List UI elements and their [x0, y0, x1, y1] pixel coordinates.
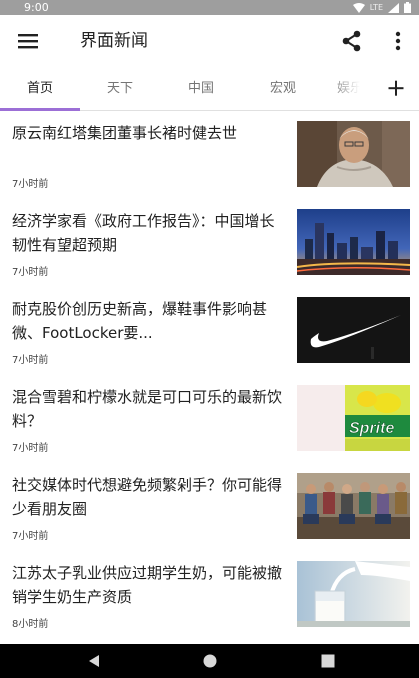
news-item[interactable]: 混合雪碧和柠檬水就是可口可乐的最新饮料？ 7小时前 Sprite	[0, 375, 419, 463]
news-thumbnail	[297, 473, 410, 539]
news-time: 7小时前	[12, 443, 49, 454]
add-icon	[388, 80, 404, 96]
news-thumbnail	[297, 561, 410, 627]
tab-china[interactable]: 中国	[161, 67, 241, 110]
share-button[interactable]	[338, 27, 366, 55]
news-title: 江苏太子乳业供应过期学生奶，可能被撤销学生奶生产资质	[12, 564, 283, 606]
news-item[interactable]: 原云南红塔集团董事长褚时健去世 7小时前	[0, 111, 419, 199]
news-time: 7小时前	[12, 355, 49, 366]
category-tabs: 首页 天下 中国 宏观 娱乐	[0, 67, 419, 111]
status-icons: LTE	[352, 0, 411, 15]
news-time: 7小时前	[12, 179, 49, 190]
tab-fade	[330, 67, 370, 110]
nike-swoosh-logo-image	[297, 297, 410, 363]
news-title: 社交媒体时代想避免频繁剁手？你可能得少看朋友圈	[12, 476, 283, 518]
system-nav-bar	[0, 644, 419, 678]
more-vert-icon	[395, 31, 401, 51]
news-thumbnail: Sprite	[297, 385, 410, 451]
back-icon	[89, 655, 99, 667]
sprite-can-image: Sprite	[297, 385, 410, 451]
recents-icon	[321, 654, 335, 668]
news-item[interactable]: 社交媒体时代想避免频繁剁手？你可能得少看朋友圈 7小时前	[0, 463, 419, 551]
news-item[interactable]: 江苏太子乳业供应过期学生奶，可能被撤销学生奶生产资质 8小时前	[0, 551, 419, 639]
tab-world[interactable]: 天下	[80, 67, 160, 110]
app-bar: 界面新闻	[0, 15, 419, 67]
news-time: 7小时前	[12, 267, 49, 278]
status-time: 9:00	[24, 1, 49, 14]
menu-icon	[18, 34, 38, 49]
network-type: LTE	[369, 3, 383, 12]
news-time: 7小时前	[12, 531, 49, 542]
news-thumbnail	[297, 297, 410, 363]
elderly-man-portrait-image	[297, 121, 410, 187]
add-tab-button[interactable]	[372, 67, 419, 110]
home-button[interactable]	[200, 651, 220, 671]
news-item[interactable]: 经济学家看《政府工作报告》：中国增长韧性有望超预期 7小时前	[0, 199, 419, 287]
app-title: 界面新闻	[80, 31, 148, 51]
wifi-icon	[352, 2, 365, 13]
sprite-logo-text: Sprite	[349, 420, 394, 437]
menu-button[interactable]	[14, 27, 42, 55]
back-button[interactable]	[84, 651, 104, 671]
status-bar: 9:00 LTE	[0, 0, 419, 15]
recents-button[interactable]	[318, 651, 338, 671]
news-title: 耐克股价创历史新高，爆鞋事件影响甚微、FootLocker要...	[12, 300, 268, 342]
battery-icon	[404, 2, 411, 13]
more-options-button[interactable]	[386, 27, 410, 55]
news-thumbnail	[297, 209, 410, 275]
share-icon	[342, 30, 361, 52]
people-on-phones-image	[297, 473, 410, 539]
news-time: 8小时前	[12, 619, 49, 630]
city-skyline-image	[297, 209, 410, 275]
tab-home[interactable]: 首页	[0, 67, 80, 110]
news-title: 原云南红塔集团董事长褚时健去世	[12, 124, 238, 142]
signal-icon	[388, 2, 399, 13]
news-item[interactable]: 耐克股价创历史新高，爆鞋事件影响甚微、FootLocker要... 7小时前	[0, 287, 419, 375]
news-thumbnail	[297, 121, 410, 187]
home-icon	[203, 654, 217, 668]
milk-pouring-image	[297, 561, 410, 627]
news-title: 混合雪碧和柠檬水就是可口可乐的最新饮料？	[12, 388, 283, 430]
tab-macro[interactable]: 宏观	[243, 67, 323, 110]
news-title: 经济学家看《政府工作报告》：中国增长韧性有望超预期	[12, 212, 275, 254]
